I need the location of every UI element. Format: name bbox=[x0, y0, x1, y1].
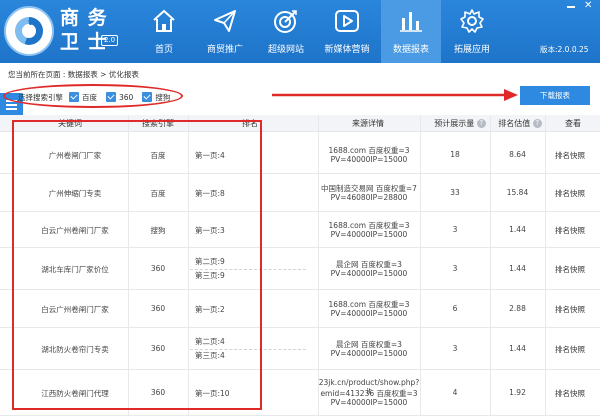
source-cell: PV=40000IP=15000 bbox=[330, 154, 408, 164]
col-source: 来源详情 bbox=[352, 119, 384, 128]
col-value-label: 排名估值 bbox=[498, 119, 531, 128]
nav-data-report[interactable]: 数据报表 bbox=[381, 0, 441, 63]
source-cell: PV=40000IP=15000 bbox=[330, 269, 408, 278]
column-divider bbox=[420, 115, 421, 416]
annotation-arrow-icon bbox=[272, 89, 518, 101]
col-views-label: 预计展示量 bbox=[434, 119, 475, 128]
column-divider bbox=[545, 115, 546, 416]
target-icon bbox=[274, 10, 297, 33]
value-cell: 1.92 bbox=[509, 388, 526, 397]
value-cell: 8.64 bbox=[509, 149, 526, 159]
column-divider bbox=[490, 115, 491, 416]
value-cell: 1.44 bbox=[509, 225, 526, 234]
snapshot-link[interactable]: 排名快照 bbox=[548, 388, 592, 399]
help-icon[interactable]: ? bbox=[532, 119, 542, 128]
snapshot-link[interactable]: 排名快照 bbox=[548, 344, 592, 355]
col-view: 查看 bbox=[565, 119, 581, 128]
nav-new-media[interactable]: 新媒体营销 bbox=[317, 0, 377, 63]
nav-super-website[interactable]: 超级网站 bbox=[256, 0, 316, 63]
app-version: 版本:2.0.0.25 bbox=[540, 45, 589, 54]
views-cell: 6 bbox=[452, 304, 458, 313]
brand-line1: 商 务 bbox=[60, 7, 108, 29]
minimize-button[interactable] bbox=[566, 2, 576, 10]
brand-name: 商 务 卫 士 bbox=[60, 6, 108, 54]
top-header: w 商 务 卫 士 2.0 首页 商贸推广 超级网站 新媒体营销 数据报表 拓展… bbox=[0, 0, 600, 63]
column-divider bbox=[318, 115, 319, 416]
annotation-rectangle bbox=[12, 120, 262, 410]
views-cell: 33 bbox=[450, 188, 460, 197]
annotation-ellipse bbox=[3, 84, 183, 108]
nav-extensions[interactable]: 拓展应用 bbox=[442, 0, 502, 63]
source-cell: PV=40000IP=15000 bbox=[330, 309, 408, 318]
snapshot-link[interactable]: 排名快照 bbox=[548, 304, 592, 315]
nav-home[interactable]: 首页 bbox=[134, 0, 194, 63]
home-icon bbox=[153, 9, 175, 32]
nav-label: 新媒体营销 bbox=[324, 45, 370, 55]
col-value: 排名估值 ? bbox=[490, 118, 550, 129]
value-cell: 2.88 bbox=[509, 304, 526, 313]
bar-chart-icon bbox=[400, 12, 422, 32]
source-cell: PV=40000IP=15000 bbox=[330, 398, 408, 407]
nav-trade-promotion[interactable]: 商贸推广 bbox=[195, 0, 255, 63]
views-cell: 18 bbox=[450, 149, 460, 159]
download-report-button[interactable]: 下载报表 bbox=[520, 86, 590, 105]
snapshot-link[interactable]: 排名快照 bbox=[548, 188, 592, 199]
views-cell: 4 bbox=[452, 388, 458, 397]
nav-label: 首页 bbox=[154, 45, 173, 55]
snapshot-link[interactable]: 排名快照 bbox=[548, 225, 592, 236]
snapshot-link[interactable]: 排名快照 bbox=[548, 150, 592, 161]
views-cell: 3 bbox=[452, 264, 458, 273]
source-cell: PV=40000IP=15000 bbox=[330, 349, 408, 358]
gear-icon bbox=[460, 9, 484, 33]
paper-plane-icon bbox=[214, 10, 236, 32]
value-cell: 1.44 bbox=[509, 344, 526, 353]
source-cell: PV=40000IP=15000 bbox=[330, 230, 408, 239]
nav-label: 拓展应用 bbox=[453, 45, 490, 55]
nav-label: 商贸推广 bbox=[206, 45, 243, 55]
close-button[interactable]: ✕ bbox=[584, 0, 592, 11]
brand-version-badge: 2.0 bbox=[101, 35, 119, 46]
app-logo: w bbox=[4, 6, 54, 56]
source-cell: PV=46080IP=28800 bbox=[330, 193, 408, 202]
nav-label: 数据报表 bbox=[392, 45, 429, 55]
value-cell: 1.44 bbox=[509, 264, 526, 273]
breadcrumb: 您当前所在页面 : 数据报表 > 优化报表 bbox=[8, 70, 139, 79]
play-icon bbox=[335, 10, 359, 32]
views-cell: 3 bbox=[452, 225, 458, 234]
help-icon[interactable]: ? bbox=[476, 119, 486, 128]
views-cell: 3 bbox=[452, 344, 458, 353]
col-views: 预计展示量 ? bbox=[420, 118, 500, 129]
nav-label: 超级网站 bbox=[267, 45, 304, 55]
snapshot-link[interactable]: 排名快照 bbox=[548, 264, 592, 275]
value-cell: 15.84 bbox=[506, 188, 529, 197]
